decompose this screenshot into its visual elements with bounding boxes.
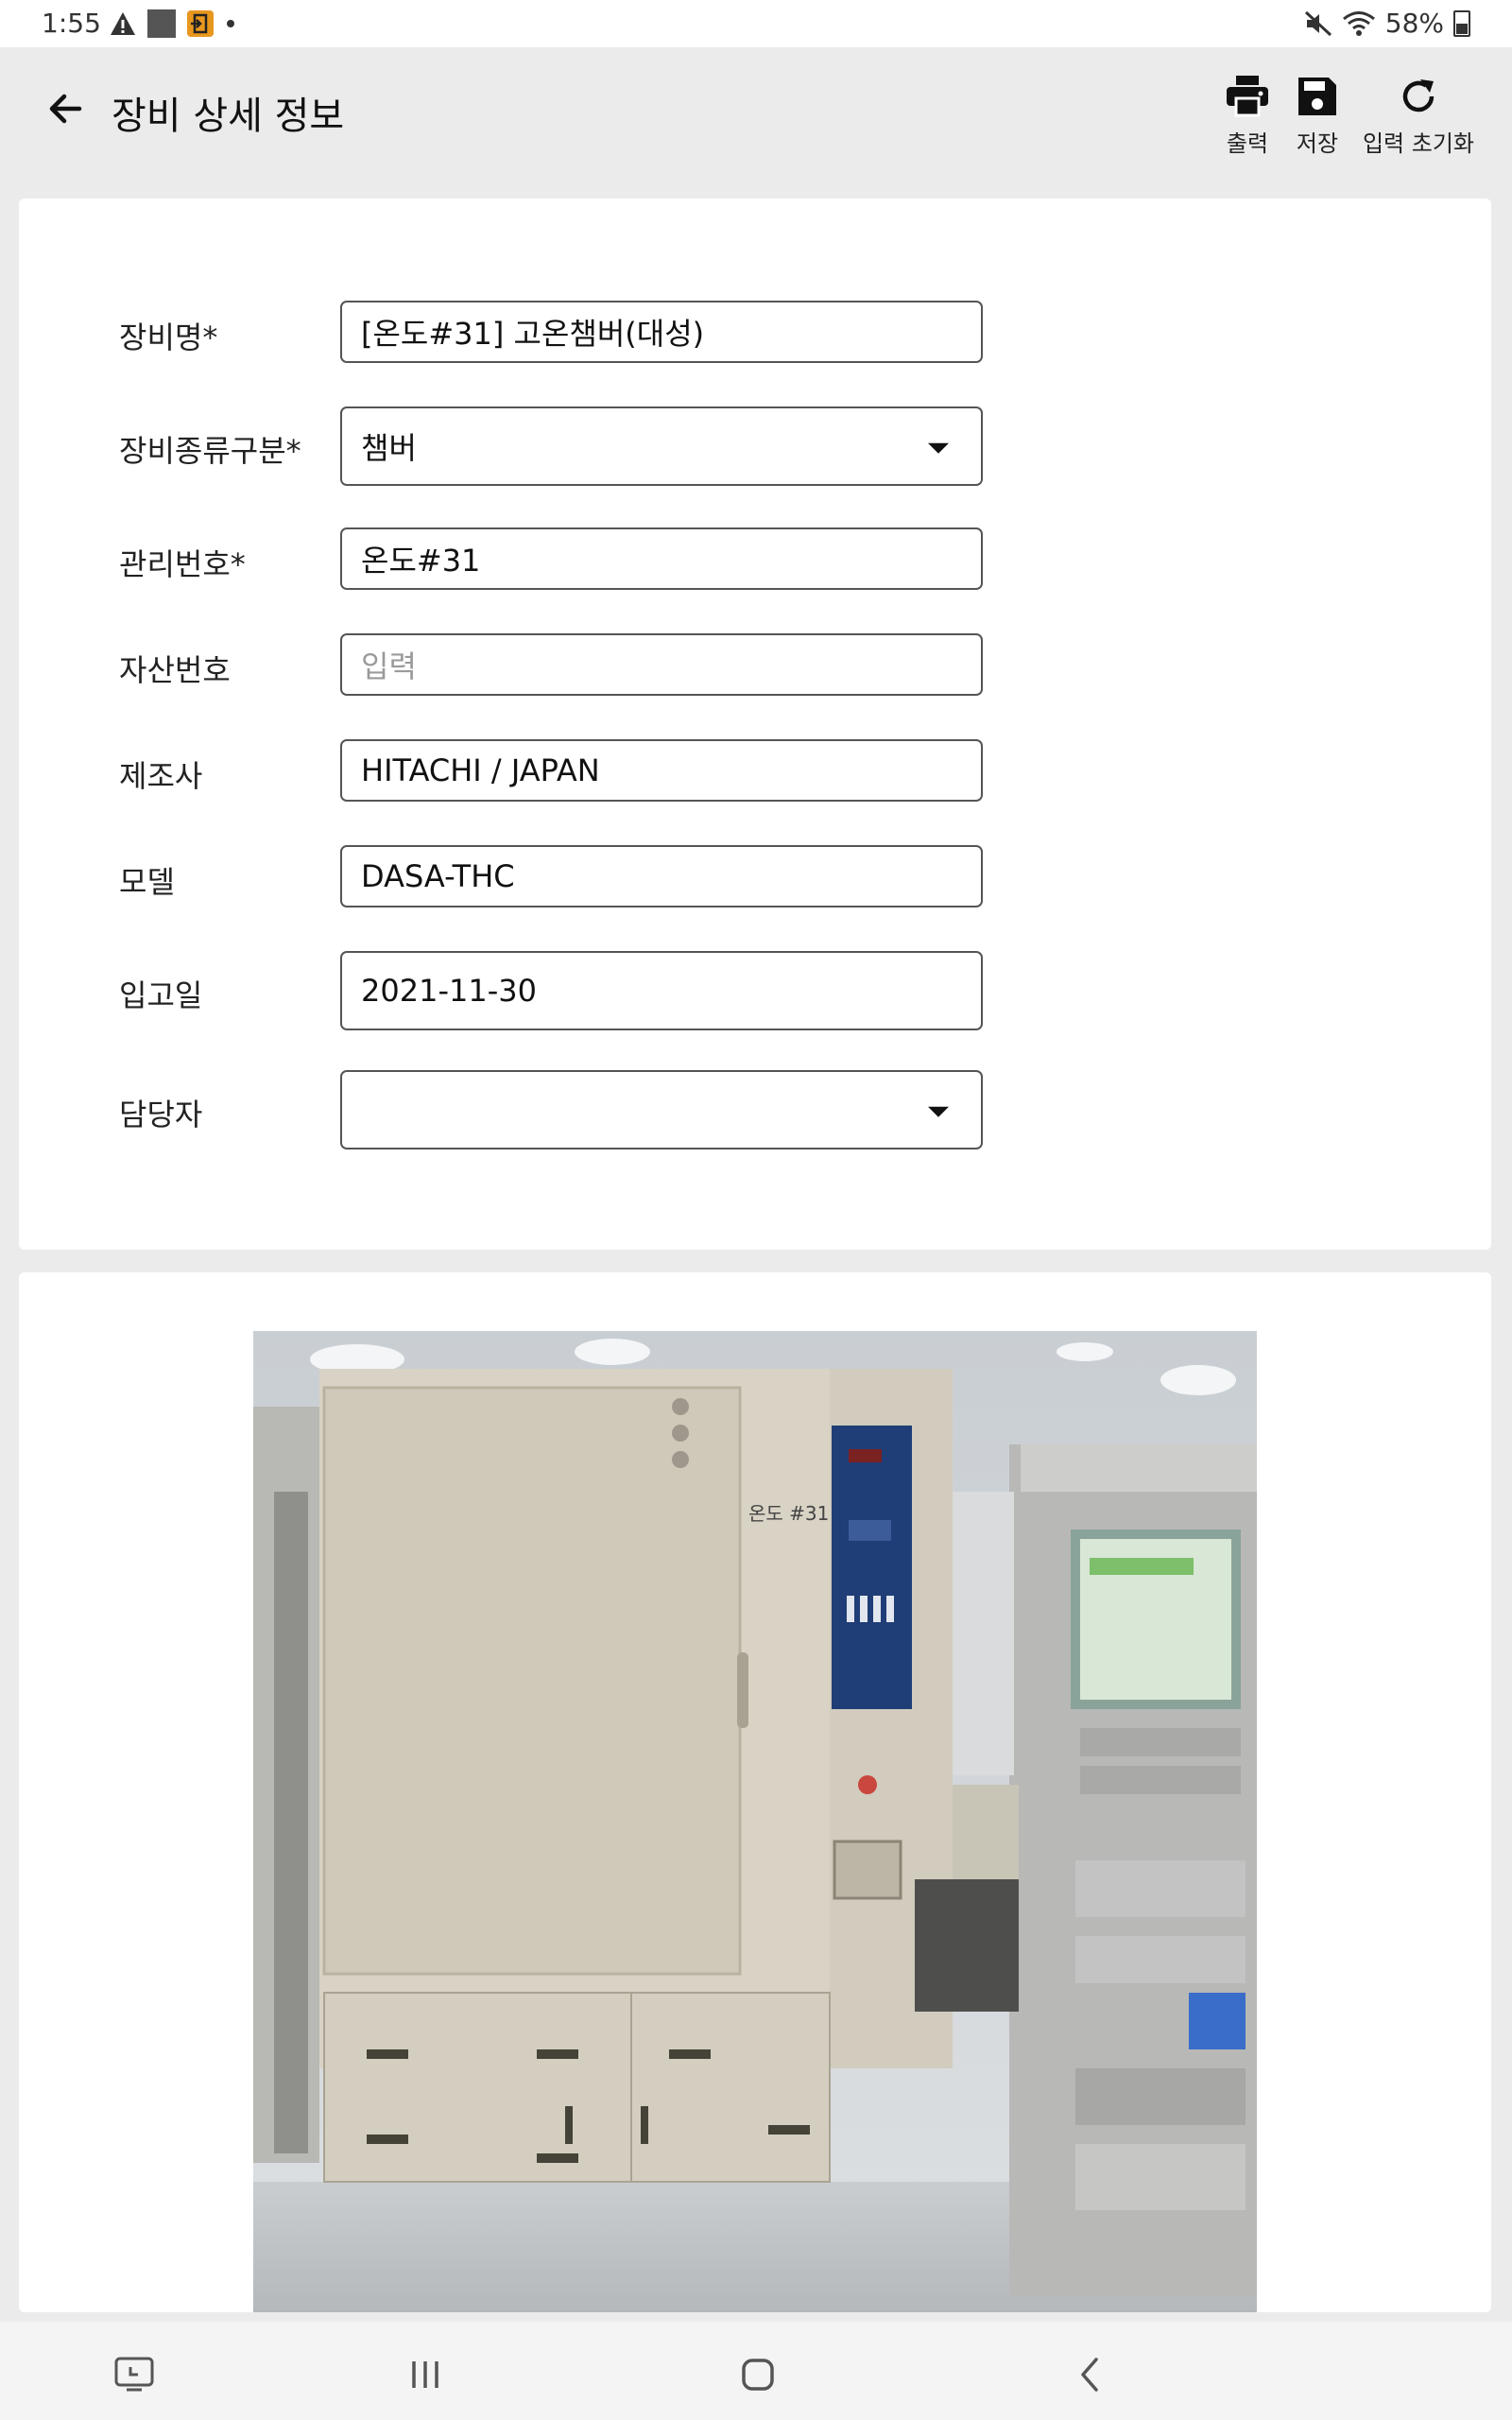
dropdown-arrow-icon — [928, 442, 949, 454]
label-model: 모델 — [119, 864, 175, 900]
recent-screenshot-button[interactable] — [106, 2346, 163, 2403]
equipment-type-select[interactable]: 챔버 — [340, 406, 983, 486]
equipment-name-value: [온도#31] 고온챔버(대성) — [361, 316, 705, 352]
date-picker-field[interactable]: 2021-11-30 — [340, 951, 983, 1030]
battery-percent: 58% — [1384, 8, 1444, 39]
asset-no-input[interactable]: 입력 — [340, 633, 983, 696]
date-value: 2021-11-30 — [361, 973, 537, 1009]
label-equipment-type: 장비종류구분* — [119, 433, 301, 469]
warning-icon — [111, 12, 135, 35]
label-equipment-name: 장비명* — [119, 320, 218, 355]
manage-no-value: 온도#31 — [361, 543, 481, 579]
status-icons-left — [110, 9, 236, 38]
recents-icon — [412, 2361, 438, 2388]
save-label: 저장 — [1296, 130, 1339, 157]
toolbar-actions: 출력 저장 입력 초기화 — [1223, 72, 1474, 158]
equipment-photo[interactable]: 온도 #31 — [253, 1331, 1257, 2312]
back-button[interactable] — [42, 85, 89, 132]
recents-button[interactable] — [397, 2346, 454, 2403]
save-icon — [1293, 72, 1342, 121]
label-date: 입고일 — [119, 977, 203, 1013]
home-icon — [742, 2359, 774, 2391]
label-manager: 담당자 — [119, 1097, 203, 1132]
label-maker: 제조사 — [119, 758, 203, 794]
status-bar: 1:55 58% — [0, 0, 1512, 47]
refresh-icon — [1394, 72, 1443, 121]
manage-no-input[interactable]: 온도#31 — [340, 527, 983, 590]
print-label: 출력 — [1226, 130, 1269, 157]
print-icon — [1223, 72, 1272, 121]
recent-screenshot-icon — [114, 2357, 154, 2392]
status-icons-right: 58% — [1304, 8, 1470, 39]
manager-select[interactable] — [340, 1070, 983, 1150]
page-title: 장비 상세 정보 — [112, 95, 345, 138]
back-nav-button[interactable] — [1062, 2346, 1119, 2403]
model-value: DASA-THC — [361, 858, 515, 894]
maker-input[interactable]: HITACHI / JAPAN — [340, 739, 983, 802]
home-button[interactable] — [730, 2346, 786, 2403]
battery-icon — [1453, 9, 1470, 37]
mute-icon — [1304, 10, 1332, 36]
chamber-label: 온도 #31 — [748, 1502, 829, 1525]
label-manage-no: 관리번호* — [119, 546, 246, 582]
equipment-type-value: 챔버 — [361, 430, 417, 466]
status-time: 1:55 — [42, 8, 101, 39]
equipment-photo-card: 온도 #31 — [19, 1272, 1491, 2312]
chamber-illustration: 온도 #31 — [253, 1331, 1257, 2312]
equipment-form-card: 장비명* [온도#31] 고온챔버(대성) 장비종류구분* 챔버 관리번호* 온… — [19, 199, 1491, 1250]
wifi-icon — [1342, 10, 1375, 36]
arrow-back-icon — [49, 94, 82, 124]
dropdown-arrow-icon — [928, 1106, 949, 1117]
asset-no-placeholder: 입력 — [361, 648, 417, 684]
system-nav-bar — [0, 2322, 1512, 2420]
model-input[interactable]: DASA-THC — [340, 845, 983, 908]
reset-button[interactable]: 입력 초기화 — [1363, 72, 1474, 158]
maker-value: HITACHI / JAPAN — [361, 752, 600, 788]
reset-label: 입력 초기화 — [1362, 130, 1474, 157]
label-asset-no: 자산번호 — [119, 652, 231, 688]
back-nav-icon — [1081, 2358, 1098, 2392]
save-button[interactable]: 저장 — [1293, 72, 1342, 158]
equipment-name-input[interactable]: [온도#31] 고온챔버(대성) — [340, 301, 983, 363]
print-button[interactable]: 출력 — [1223, 72, 1272, 158]
dot-icon — [227, 20, 234, 27]
square-icon — [147, 9, 176, 38]
app-bar: 장비 상세 정보 출력 저장 입력 초기화 — [0, 47, 1512, 199]
exit-app-icon — [187, 10, 214, 37]
